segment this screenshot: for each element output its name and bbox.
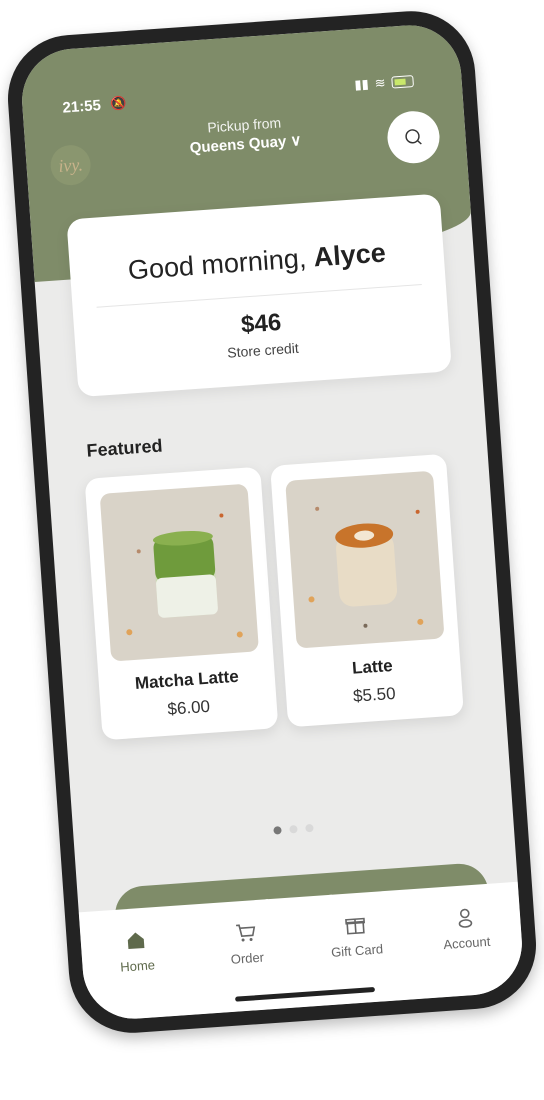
greeting-prefix: Good morning, — [126, 243, 308, 286]
greeting-text: Good morning, Alyce — [69, 233, 444, 290]
phone-frame: 21:55 🔕 ▮▮ ≋ ivy. Pickup from Queens Qua… — [3, 6, 541, 1038]
featured-item-price: $6.00 — [166, 696, 211, 719]
search-icon — [405, 129, 422, 145]
app-screen: 21:55 🔕 ▮▮ ≋ ivy. Pickup from Queens Qua… — [18, 21, 526, 1023]
tab-label: Home — [119, 957, 156, 975]
signal-icon: ▮▮ — [353, 76, 370, 93]
silent-bell-icon: 🔕 — [109, 95, 128, 112]
page-dot[interactable] — [289, 824, 298, 834]
page-dot[interactable] — [305, 823, 314, 833]
status-time: 21:55 — [62, 96, 102, 117]
featured-item-price: $5.50 — [352, 683, 397, 706]
wifi-icon: ≋ — [374, 75, 387, 91]
carousel-pagination — [74, 810, 513, 849]
tab-label: Account — [442, 933, 491, 953]
featured-item-card[interactable]: Latte $5.50 — [270, 453, 464, 728]
featured-title: Featured — [85, 435, 164, 461]
featured-item-name: Latte — [351, 655, 394, 678]
tab-label: Order — [230, 949, 265, 967]
featured-item-name: Matcha Latte — [134, 666, 240, 693]
battery-icon — [391, 75, 415, 89]
latte-photo — [285, 470, 445, 649]
matcha-latte-photo — [99, 483, 259, 662]
tab-order[interactable]: Order — [200, 918, 293, 969]
gift-icon — [345, 917, 366, 935]
home-icon — [127, 932, 145, 950]
tab-home[interactable]: Home — [90, 925, 183, 976]
tab-account[interactable]: Account — [419, 902, 512, 953]
greeting-card: Good morning, Alyce $46 Store credit — [66, 193, 452, 398]
user-name: Alyce — [312, 237, 387, 273]
tab-gift-card[interactable]: Gift Card — [310, 910, 403, 961]
chevron-down-icon: ∨ — [289, 132, 302, 150]
cart-icon — [236, 924, 256, 942]
tab-label: Gift Card — [330, 941, 384, 960]
featured-item-card[interactable]: Matcha Latte $6.00 — [84, 466, 279, 741]
page-dot-active[interactable] — [273, 826, 282, 835]
user-icon — [458, 908, 473, 928]
